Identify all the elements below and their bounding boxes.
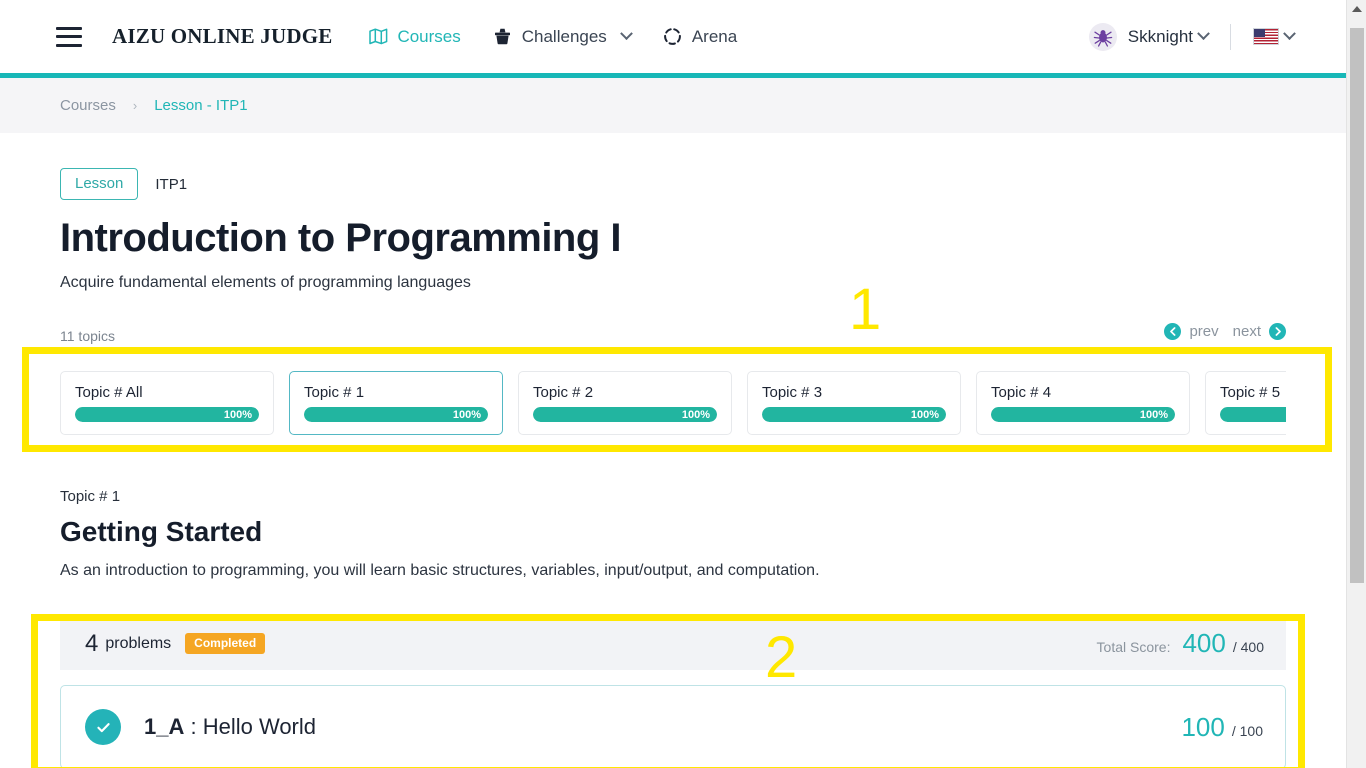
topic-card-label: Topic # 2 bbox=[533, 384, 594, 401]
problem-row[interactable]: 1_A : Hello World 100 / 100 bbox=[60, 685, 1286, 768]
main-content: Lesson ITP1 Introduction to Programming … bbox=[0, 168, 1346, 768]
problem-score-value: 100 bbox=[1181, 711, 1225, 742]
topic-card[interactable]: Topic # All 100% bbox=[60, 371, 274, 435]
breadcrumb-separator: › bbox=[132, 98, 138, 113]
screenshot-viewport: AIZU ONLINE JUDGE Courses Challenges Are… bbox=[0, 0, 1366, 768]
problems-summary-bar: 4 problems Completed Total Score: 400 / … bbox=[60, 617, 1286, 670]
course-meta-row: Lesson ITP1 bbox=[60, 168, 1286, 200]
nav-item-courses-label: Courses bbox=[397, 26, 461, 46]
chevron-down-icon[interactable] bbox=[619, 27, 633, 41]
topic-card-label: Topic # All bbox=[75, 384, 143, 401]
breadcrumb-item-lesson[interactable]: Lesson - ITP1 bbox=[154, 97, 247, 114]
primary-nav: Courses Challenges Arena bbox=[368, 27, 737, 47]
site-header: AIZU ONLINE JUDGE Courses Challenges Are… bbox=[0, 0, 1346, 78]
topic-progress-bar: 100% bbox=[991, 407, 1175, 422]
topic-progress-percent: 100% bbox=[681, 408, 710, 421]
topic-card-label: Topic # 5 bbox=[1220, 384, 1281, 401]
check-circle-icon bbox=[85, 709, 121, 745]
topic-progress-bar: 100% bbox=[75, 407, 259, 422]
course-subtitle: Acquire fundamental elements of programm… bbox=[60, 274, 471, 291]
vertical-scrollbar[interactable] bbox=[1346, 0, 1366, 768]
dashed-circle-icon bbox=[663, 27, 683, 47]
nav-item-courses[interactable]: Courses bbox=[368, 26, 461, 47]
topic-card[interactable]: Topic # 2 100% bbox=[518, 371, 732, 435]
topic-number: Topic # 1 bbox=[60, 488, 121, 505]
topic-description: As an introduction to programming, you w… bbox=[60, 562, 820, 579]
total-score: Total Score: 400 / 400 bbox=[1097, 628, 1264, 659]
problems-count-label: problems bbox=[105, 634, 172, 652]
problem-score: 100 / 100 bbox=[1181, 712, 1263, 743]
total-score-value: 400 bbox=[1182, 628, 1226, 658]
topic-card-label: Topic # 3 bbox=[762, 384, 823, 401]
problems-block: 4 problems Completed Total Score: 400 / … bbox=[60, 617, 1286, 768]
topics-pager: prev next bbox=[1164, 323, 1286, 340]
status-badge: Completed bbox=[185, 633, 266, 654]
topic-card-label: Topic # 4 bbox=[991, 384, 1052, 401]
breadcrumb: Courses › Lesson - ITP1 bbox=[0, 78, 1346, 133]
total-score-max: / 400 bbox=[1232, 639, 1264, 655]
topic-progress-percent: 100% bbox=[910, 408, 939, 421]
course-code: ITP1 bbox=[155, 175, 188, 193]
us-flag-icon[interactable] bbox=[1253, 28, 1279, 45]
hamburger-icon[interactable] bbox=[56, 26, 82, 47]
problem-score-max: / 100 bbox=[1231, 722, 1263, 739]
problem-separator: : bbox=[184, 714, 203, 739]
topics-prev-button[interactable]: prev bbox=[1189, 323, 1218, 340]
topic-progress-bar: 100% bbox=[533, 407, 717, 422]
trophy-icon bbox=[493, 27, 513, 47]
topic-progress-percent: 100% bbox=[452, 408, 481, 421]
spider-avatar-icon[interactable] bbox=[1088, 22, 1117, 51]
topic-progress-bar: 100% bbox=[762, 407, 946, 422]
nav-item-arena-label: Arena bbox=[691, 26, 738, 46]
nav-item-challenges[interactable]: Challenges bbox=[493, 26, 633, 47]
topic-progress-bar: 100% bbox=[1220, 407, 1286, 422]
topic-title: Getting Started bbox=[60, 516, 263, 547]
topic-progress-percent: 100% bbox=[1139, 408, 1168, 421]
user-menu-chevron-down-icon[interactable] bbox=[1197, 27, 1210, 41]
topic-card[interactable]: Topic # 1 100% bbox=[289, 371, 503, 435]
page-scroll-area: AIZU ONLINE JUDGE Courses Challenges Are… bbox=[0, 0, 1346, 768]
chevron-right-circle-icon[interactable] bbox=[1269, 323, 1286, 340]
topic-card-label: Topic # 1 bbox=[304, 384, 365, 401]
topic-progress-percent: 100% bbox=[223, 408, 252, 421]
topic-progress-bar: 100% bbox=[304, 407, 488, 422]
topic-card[interactable]: Topic # 5 100% bbox=[1205, 371, 1286, 435]
scroll-up-arrow-icon[interactable] bbox=[1347, 0, 1366, 18]
problem-name: 1_A : Hello World bbox=[144, 714, 316, 740]
header-divider bbox=[1230, 23, 1231, 50]
problem-title: Hello World bbox=[202, 714, 317, 739]
problems-count: 4 bbox=[85, 629, 99, 657]
problem-list: 1_A : Hello World 100 / 100 bbox=[60, 685, 1286, 768]
total-score-label: Total Score: bbox=[1096, 639, 1171, 655]
problem-id: 1_A bbox=[144, 714, 185, 739]
map-icon bbox=[368, 27, 388, 47]
topics-next-button[interactable]: next bbox=[1233, 323, 1261, 340]
nav-item-challenges-label: Challenges bbox=[521, 26, 607, 46]
header-right-cluster: Skknight bbox=[1088, 22, 1296, 51]
language-chevron-down-icon[interactable] bbox=[1283, 27, 1296, 41]
topics-strip: Topic # All 100% Topic # 1 100% Topic # 2 100… bbox=[60, 362, 1286, 446]
topic-card[interactable]: Topic # 3 100% bbox=[747, 371, 961, 435]
page-title: Introduction to Programming I bbox=[60, 216, 622, 260]
brand-title[interactable]: AIZU ONLINE JUDGE bbox=[112, 24, 332, 49]
topic-card[interactable]: Topic # 4 100% bbox=[976, 371, 1190, 435]
user-name[interactable]: Skknight bbox=[1128, 27, 1193, 47]
lesson-type-badge: Lesson bbox=[60, 168, 139, 200]
scrollbar-thumb[interactable] bbox=[1350, 28, 1364, 583]
topics-meta-row: 11 topics prev next bbox=[60, 323, 1286, 346]
topics-carousel[interactable]: Topic # All 100% Topic # 1 100% Topic # 2 100… bbox=[60, 362, 1286, 446]
chevron-left-circle-icon[interactable] bbox=[1164, 323, 1182, 340]
breadcrumb-item-courses[interactable]: Courses bbox=[60, 97, 116, 114]
topics-count: 11 topics bbox=[60, 328, 115, 344]
nav-item-arena[interactable]: Arena bbox=[663, 27, 737, 47]
